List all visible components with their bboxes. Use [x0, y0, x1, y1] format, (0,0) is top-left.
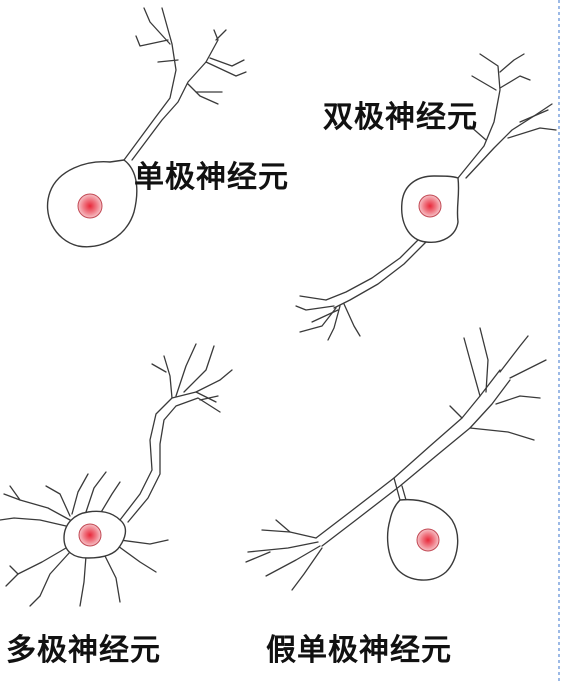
unipolar-nucleus: [77, 193, 103, 219]
multipolar-neuron: [0, 343, 233, 607]
label-pseudounipolar-neuron: 假单极神经元: [266, 633, 452, 668]
pseudounipolar-nucleus: [416, 528, 440, 552]
neuron-diagram: 单极神经元 双极神经元 多极神经元 假单极神经元: [0, 0, 562, 681]
multipolar-nucleus: [78, 523, 102, 547]
label-unipolar-neuron: 单极神经元: [134, 160, 289, 195]
pseudounipolar-terminals: [245, 519, 323, 591]
label-bipolar-neuron: 双极神经元: [323, 100, 478, 135]
unipolar-dendrites: [123, 7, 247, 161]
bipolar-neuron: [295, 53, 557, 341]
multipolar-axon: [119, 343, 233, 523]
pseudounipolar-neuron: [245, 327, 547, 591]
unipolar-neuron: [46, 7, 247, 248]
bipolar-nucleus: [418, 194, 442, 218]
bipolar-axon: [295, 239, 427, 341]
label-multipolar-neuron: 多极神经元: [6, 633, 161, 668]
